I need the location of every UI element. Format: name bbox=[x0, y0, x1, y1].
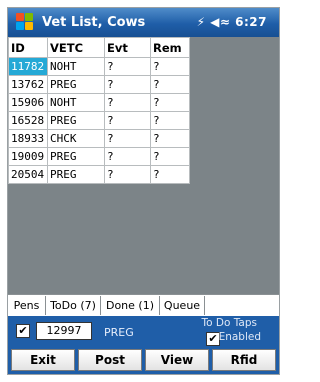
windows-logo-icon[interactable] bbox=[16, 13, 34, 31]
button-bar: Exit Post View Rfid bbox=[8, 346, 279, 374]
cell-vetc[interactable]: PREG bbox=[47, 165, 105, 184]
cell-vetc[interactable]: CHCK bbox=[47, 129, 105, 148]
select-checkbox[interactable]: ✔ bbox=[16, 324, 30, 338]
cell-vetc[interactable]: PREG bbox=[47, 147, 105, 166]
table-row[interactable]: 19009 PREG?? bbox=[8, 147, 190, 166]
table-row[interactable]: 20504 PREG?? bbox=[8, 165, 190, 184]
cell-rem[interactable]: ? bbox=[150, 57, 190, 76]
cell-rem[interactable]: ? bbox=[150, 165, 190, 184]
header-evt[interactable]: Evt bbox=[104, 37, 151, 58]
header-vetc[interactable]: VETC bbox=[47, 37, 105, 58]
cell-id[interactable]: 19009 bbox=[8, 147, 48, 166]
enabled-label: Enabled bbox=[218, 331, 261, 343]
cell-id[interactable]: 16528 bbox=[8, 111, 48, 130]
cell-rem[interactable]: ? bbox=[150, 147, 190, 166]
clock[interactable]: 6:27 bbox=[235, 15, 267, 29]
cell-rem[interactable]: ? bbox=[150, 75, 190, 94]
vetc-label: PREG bbox=[104, 326, 134, 339]
table-row[interactable]: 18933 CHCK?? bbox=[8, 129, 190, 148]
window-title: Vet List, Cows bbox=[42, 15, 146, 30]
cell-evt[interactable]: ? bbox=[104, 93, 151, 112]
cell-evt[interactable]: ? bbox=[104, 75, 151, 94]
cell-id[interactable]: 18933 bbox=[8, 129, 48, 148]
cell-evt[interactable]: ? bbox=[104, 147, 151, 166]
exit-button[interactable]: Exit bbox=[11, 349, 75, 371]
post-button[interactable]: Post bbox=[78, 349, 142, 371]
cell-rem[interactable]: ? bbox=[150, 129, 190, 148]
device-screen: Vet List, Cows ⚡ ◀≈ 6:27 ID VETC Evt Rem… bbox=[7, 7, 280, 375]
cell-vetc[interactable]: PREG bbox=[47, 75, 105, 94]
header-rem[interactable]: Rem bbox=[150, 37, 190, 58]
tab-queue[interactable]: Queue bbox=[160, 296, 205, 315]
tab-pens[interactable]: Pens bbox=[8, 296, 46, 315]
entry-panel: ✔ 12997 PREG To Do Taps ✔ Enabled bbox=[8, 316, 279, 346]
cell-id[interactable]: 20504 bbox=[8, 165, 48, 184]
title-bar: Vet List, Cows ⚡ ◀≈ 6:27 bbox=[8, 8, 279, 37]
cell-vetc[interactable]: NOHT bbox=[47, 57, 105, 76]
table-row[interactable]: 15906 NOHT?? bbox=[8, 93, 190, 112]
status-area[interactable]: ⚡ ◀≈ 6:27 bbox=[197, 15, 267, 29]
header-id[interactable]: ID bbox=[8, 37, 48, 58]
cell-vetc[interactable]: NOHT bbox=[47, 93, 105, 112]
cell-vetc[interactable]: PREG bbox=[47, 111, 105, 130]
table-row[interactable]: 16528 PREG?? bbox=[8, 111, 190, 130]
table-row[interactable]: 11782 NOHT?? bbox=[8, 57, 190, 76]
cow-list-grid: ID VETC Evt Rem 11782 NOHT?? 13762 PREG?? 15… bbox=[8, 37, 279, 294]
cell-evt[interactable]: ? bbox=[104, 129, 151, 148]
cell-evt[interactable]: ? bbox=[104, 165, 151, 184]
tab-done[interactable]: Done (1) bbox=[101, 296, 160, 315]
cell-rem[interactable]: ? bbox=[150, 111, 190, 130]
tab-todo[interactable]: ToDo (7) bbox=[46, 296, 101, 315]
cell-rem[interactable]: ? bbox=[150, 93, 190, 112]
table-row[interactable]: 13762 PREG?? bbox=[8, 75, 190, 94]
cell-id[interactable]: 13762 bbox=[8, 75, 48, 94]
tab-strip: Pens ToDo (7) Done (1) Queue bbox=[8, 294, 279, 317]
rfid-button[interactable]: Rfid bbox=[212, 349, 276, 371]
cell-id[interactable]: 11782 bbox=[8, 57, 48, 76]
todo-taps-label: To Do Taps bbox=[201, 317, 257, 329]
cell-evt[interactable]: ? bbox=[104, 111, 151, 130]
connectivity-volume-icons[interactable]: ⚡ ◀≈ bbox=[197, 15, 231, 29]
cell-evt[interactable]: ? bbox=[104, 57, 151, 76]
id-input[interactable]: 12997 bbox=[36, 322, 92, 340]
view-button[interactable]: View bbox=[145, 349, 209, 371]
cell-id[interactable]: 15906 bbox=[8, 93, 48, 112]
